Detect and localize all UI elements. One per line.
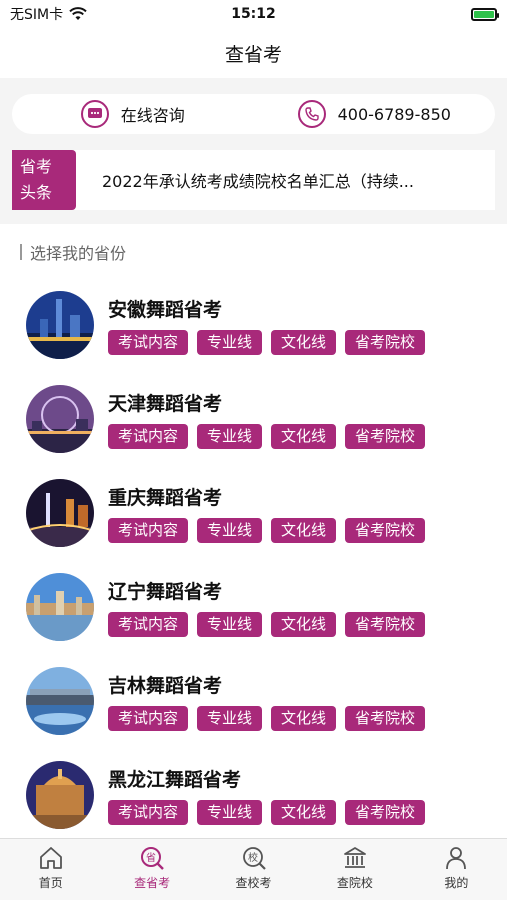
culture-line-chip[interactable]: 文化线 [271,518,337,543]
schools-chip[interactable]: 省考院校 [345,706,426,731]
province-name: 黑龙江舞蹈省考 [108,769,242,791]
city-photo [26,385,94,453]
province-info: 重庆舞蹈省考 考试内容 专业线 文化线 省考院校 [108,483,426,543]
exam-content-chip[interactable]: 考试内容 [108,330,189,355]
tab-province-exam[interactable]: 省 查省考 [101,839,202,900]
province-item[interactable]: 重庆舞蹈省考 考试内容 专业线 文化线 省考院校 [26,466,507,560]
chip-row: 考试内容 专业线 文化线 省考院校 [108,706,426,731]
city-photo [26,761,94,829]
province-item[interactable]: 吉林舞蹈省考 考试内容 专业线 文化线 省考院校 [26,654,507,748]
exam-content-chip[interactable]: 考试内容 [108,518,189,543]
tab-label: 查院校 [336,876,373,890]
province-info: 天津舞蹈省考 考试内容 专业线 文化线 省考院校 [108,389,426,449]
contact-bar: 在线咨询 400-6789-850 [12,94,495,134]
major-line-chip[interactable]: 专业线 [197,800,263,825]
schools-chip[interactable]: 省考院校 [345,612,426,637]
online-consult-label: 在线咨询 [120,106,185,125]
city-photo [26,667,94,735]
tab-college[interactable]: 查院校 [304,839,405,900]
province-name: 重庆舞蹈省考 [108,487,223,509]
province-exam-icon: 省 [141,847,164,870]
online-consult-button[interactable]: 在线咨询 [12,100,254,128]
schools-chip[interactable]: 省考院校 [345,800,426,825]
chip-row: 考试内容 专业线 文化线 省考院校 [108,612,426,637]
province-info: 吉林舞蹈省考 考试内容 专业线 文化线 省考院校 [108,671,426,731]
section-header: 选择我的省份 [0,224,507,278]
tab-school-exam[interactable]: 校 查校考 [203,839,304,900]
status-bar: 无SIM卡 15:12 [0,0,507,28]
headline-banner[interactable]: 省考 头条 2022年承认统考成绩院校名单汇总（持续... [12,150,495,210]
province-info: 辽宁舞蹈省考 考试内容 专业线 文化线 省考院校 [108,577,426,637]
culture-line-chip[interactable]: 文化线 [271,424,337,449]
college-icon [344,847,366,868]
section-divider [20,244,22,260]
province-item[interactable]: 辽宁舞蹈省考 考试内容 专业线 文化线 省考院校 [26,560,507,654]
nav-bar: 查省考 [0,28,507,78]
exam-content-chip[interactable]: 考试内容 [108,612,189,637]
chip-row: 考试内容 专业线 文化线 省考院校 [108,518,426,543]
province-item[interactable]: 安徽舞蹈省考 考试内容 专业线 文化线 省考院校 [26,278,507,372]
major-line-chip[interactable]: 专业线 [197,706,263,731]
exam-content-chip[interactable]: 考试内容 [108,800,189,825]
chip-row: 考试内容 专业线 文化线 省考院校 [108,800,426,825]
battery-icon [471,7,499,21]
city-photo [26,573,94,641]
province-info: 黑龙江舞蹈省考 考试内容 专业线 文化线 省考院校 [108,765,426,825]
province-item[interactable]: 黑龙江舞蹈省考 考试内容 专业线 文化线 省考院校 [26,748,507,842]
chip-row: 考试内容 专业线 文化线 省考院校 [108,424,426,449]
headline-tag: 省考 头条 [12,150,76,210]
major-line-chip[interactable]: 专业线 [197,330,263,355]
province-name: 安徽舞蹈省考 [108,299,223,321]
major-line-chip[interactable]: 专业线 [197,424,263,449]
culture-line-chip[interactable]: 文化线 [271,612,337,637]
chip-row: 考试内容 专业线 文化线 省考院校 [108,330,426,355]
headline-tag-line2: 头条 [20,183,53,202]
section-title: 选择我的省份 [30,244,127,263]
tab-bar: 首页 省 查省考 校 查校考 查院校 我的 [0,838,507,900]
schools-chip[interactable]: 省考院校 [345,518,426,543]
status-left: 无SIM卡 [10,4,87,24]
major-line-chip[interactable]: 专业线 [197,612,263,637]
user-icon [446,847,467,870]
chat-icon [80,100,109,128]
province-name: 吉林舞蹈省考 [108,675,223,697]
headline-tag-line1: 省考 [20,157,53,176]
city-photo [26,291,94,359]
exam-content-chip[interactable]: 考试内容 [108,424,189,449]
province-name: 辽宁舞蹈省考 [108,581,223,603]
province-list: 安徽舞蹈省考 考试内容 专业线 文化线 省考院校 天津舞蹈省考 考试内容 专业线… [0,278,507,842]
tab-label: 查省考 [134,876,171,890]
home-icon [39,847,62,869]
culture-line-chip[interactable]: 文化线 [271,706,337,731]
wifi-icon [69,7,87,20]
page-title: 查省考 [224,43,282,66]
phone-icon [297,100,326,128]
headline-text[interactable]: 2022年承认统考成绩院校名单汇总（持续... [76,168,414,192]
schools-chip[interactable]: 省考院校 [345,330,426,355]
svg-text:省: 省 [146,851,156,864]
tab-home[interactable]: 首页 [0,839,101,900]
province-item[interactable]: 天津舞蹈省考 考试内容 专业线 文化线 省考院校 [26,372,507,466]
tab-label: 首页 [38,876,63,890]
major-line-chip[interactable]: 专业线 [197,518,263,543]
phone-button[interactable]: 400-6789-850 [254,100,496,128]
svg-text:校: 校 [248,851,258,864]
culture-line-chip[interactable]: 文化线 [271,800,337,825]
tab-label: 查校考 [235,876,272,890]
top-panel: 在线咨询 400-6789-850 省考 头条 2022年承认统考成绩院校名单汇… [0,78,507,224]
phone-number: 400-6789-850 [337,104,451,124]
tab-mine[interactable]: 我的 [406,839,507,900]
carrier-label: 无SIM卡 [10,7,64,23]
province-name: 天津舞蹈省考 [108,393,223,415]
province-info: 安徽舞蹈省考 考试内容 专业线 文化线 省考院校 [108,295,426,355]
culture-line-chip[interactable]: 文化线 [271,330,337,355]
exam-content-chip[interactable]: 考试内容 [108,706,189,731]
tab-label: 我的 [444,876,469,890]
school-exam-icon: 校 [242,847,266,870]
schools-chip[interactable]: 省考院校 [345,424,426,449]
city-photo [26,479,94,547]
